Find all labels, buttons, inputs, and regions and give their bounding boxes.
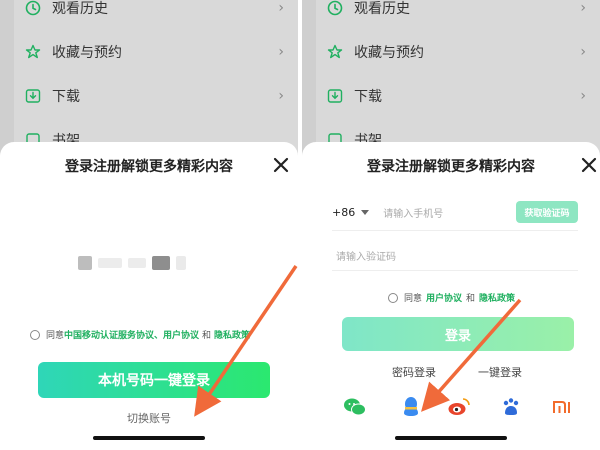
menu-item-label: 观看历史 — [52, 1, 108, 17]
right-screenshot: 观看历史 › 收藏与预约 › 下载 › 书架 登录注册解锁更多精彩内容 +86 … — [302, 0, 600, 450]
agree-radio[interactable] — [388, 292, 398, 303]
menu-item-label: 收藏与预约 — [354, 45, 424, 61]
chevron-right-icon: › — [580, 88, 586, 104]
home-indicator — [395, 436, 507, 440]
chevron-right-icon: › — [580, 0, 586, 16]
download-icon — [24, 87, 42, 105]
agree-and: 和 — [466, 294, 476, 304]
code-input[interactable]: 请输入验证码 — [336, 248, 396, 263]
baidu-icon[interactable] — [498, 394, 524, 420]
agreement-line: 同意 用户协议 和 隐私政策 — [388, 291, 515, 304]
chevron-right-icon: › — [278, 88, 284, 104]
agree-prefix: 同意 — [404, 294, 423, 304]
menu-item-favorites[interactable]: 收藏与预约 › — [316, 30, 600, 74]
agreement-line: 同意 中国移动认证服务协议、用户协议 和 隐私政策 — [30, 328, 250, 341]
clock-icon — [24, 0, 42, 17]
download-icon — [326, 87, 344, 105]
star-icon — [326, 43, 344, 61]
phone-row: +86 请输入手机号 获取验证码 — [332, 200, 578, 224]
login-sheet: 登录注册解锁更多精彩内容 +86 请输入手机号 获取验证码 请输入验证码 同意 … — [302, 142, 600, 450]
privacy-policy-link[interactable]: 隐私政策 — [214, 328, 250, 341]
service-agreement-link[interactable]: 中国移动认证服务协议、用户协议 — [64, 328, 199, 341]
one-key-login-link[interactable]: 一键登录 — [478, 364, 522, 380]
privacy-policy-link[interactable]: 隐私政策 — [479, 291, 515, 304]
sheet-title: 登录注册解锁更多精彩内容 — [367, 159, 535, 175]
chevron-right-icon: › — [278, 44, 284, 60]
menu-item-label: 下载 — [354, 89, 382, 105]
menu-item-history[interactable]: 观看历史 › — [14, 0, 298, 30]
divider — [332, 230, 578, 231]
divider — [332, 270, 578, 271]
weibo-icon[interactable] — [446, 394, 472, 420]
menu-item-label: 观看历史 — [354, 1, 410, 17]
social-login-row — [336, 394, 578, 420]
switch-account-link[interactable]: 切换账号 — [0, 410, 298, 426]
sheet-title: 登录注册解锁更多精彩内容 — [65, 159, 233, 175]
agree-and: 和 — [202, 331, 212, 341]
wechat-icon[interactable] — [342, 394, 368, 420]
menu-item-download[interactable]: 下载 › — [316, 74, 600, 118]
chevron-right-icon: › — [278, 0, 284, 16]
star-icon — [24, 43, 42, 61]
menu-item-label: 下载 — [52, 89, 80, 105]
menu-item-download[interactable]: 下载 › — [14, 74, 298, 118]
close-icon[interactable] — [578, 154, 600, 176]
get-code-button[interactable]: 获取验证码 — [516, 201, 578, 223]
password-login-link[interactable]: 密码登录 — [392, 364, 436, 380]
chevron-right-icon: › — [580, 44, 586, 60]
phone-input[interactable]: 请输入手机号 — [383, 205, 516, 220]
agree-prefix: 同意 — [46, 331, 65, 341]
clock-icon — [326, 0, 344, 17]
left-screenshot: 观看历史 › 收藏与预约 › 下载 › 书架 登录注册解锁更多精彩内容 同意 中… — [0, 0, 298, 450]
login-button[interactable]: 登录 — [342, 317, 574, 351]
home-indicator — [93, 436, 205, 440]
login-sheet: 登录注册解锁更多精彩内容 同意 中国移动认证服务协议、用户协议 和 隐私政策 本… — [0, 142, 298, 450]
xiaomi-icon[interactable] — [550, 394, 576, 420]
country-code-select[interactable]: +86 — [332, 206, 355, 219]
background-menu: 观看历史 › 收藏与预约 › 下载 › 书架 — [302, 0, 600, 160]
one-key-login-button[interactable]: 本机号码一键登录 — [38, 362, 270, 398]
close-icon[interactable] — [270, 154, 292, 176]
qq-icon[interactable] — [398, 394, 424, 420]
background-menu: 观看历史 › 收藏与预约 › 下载 › 书架 — [0, 0, 298, 160]
menu-item-label: 收藏与预约 — [52, 45, 122, 61]
menu-item-favorites[interactable]: 收藏与预约 › — [14, 30, 298, 74]
caret-down-icon[interactable] — [361, 209, 370, 215]
menu-item-history[interactable]: 观看历史 › — [316, 0, 600, 30]
masked-phone-number — [78, 254, 186, 272]
user-agreement-link[interactable]: 用户协议 — [426, 291, 462, 304]
agree-radio[interactable] — [30, 329, 40, 340]
